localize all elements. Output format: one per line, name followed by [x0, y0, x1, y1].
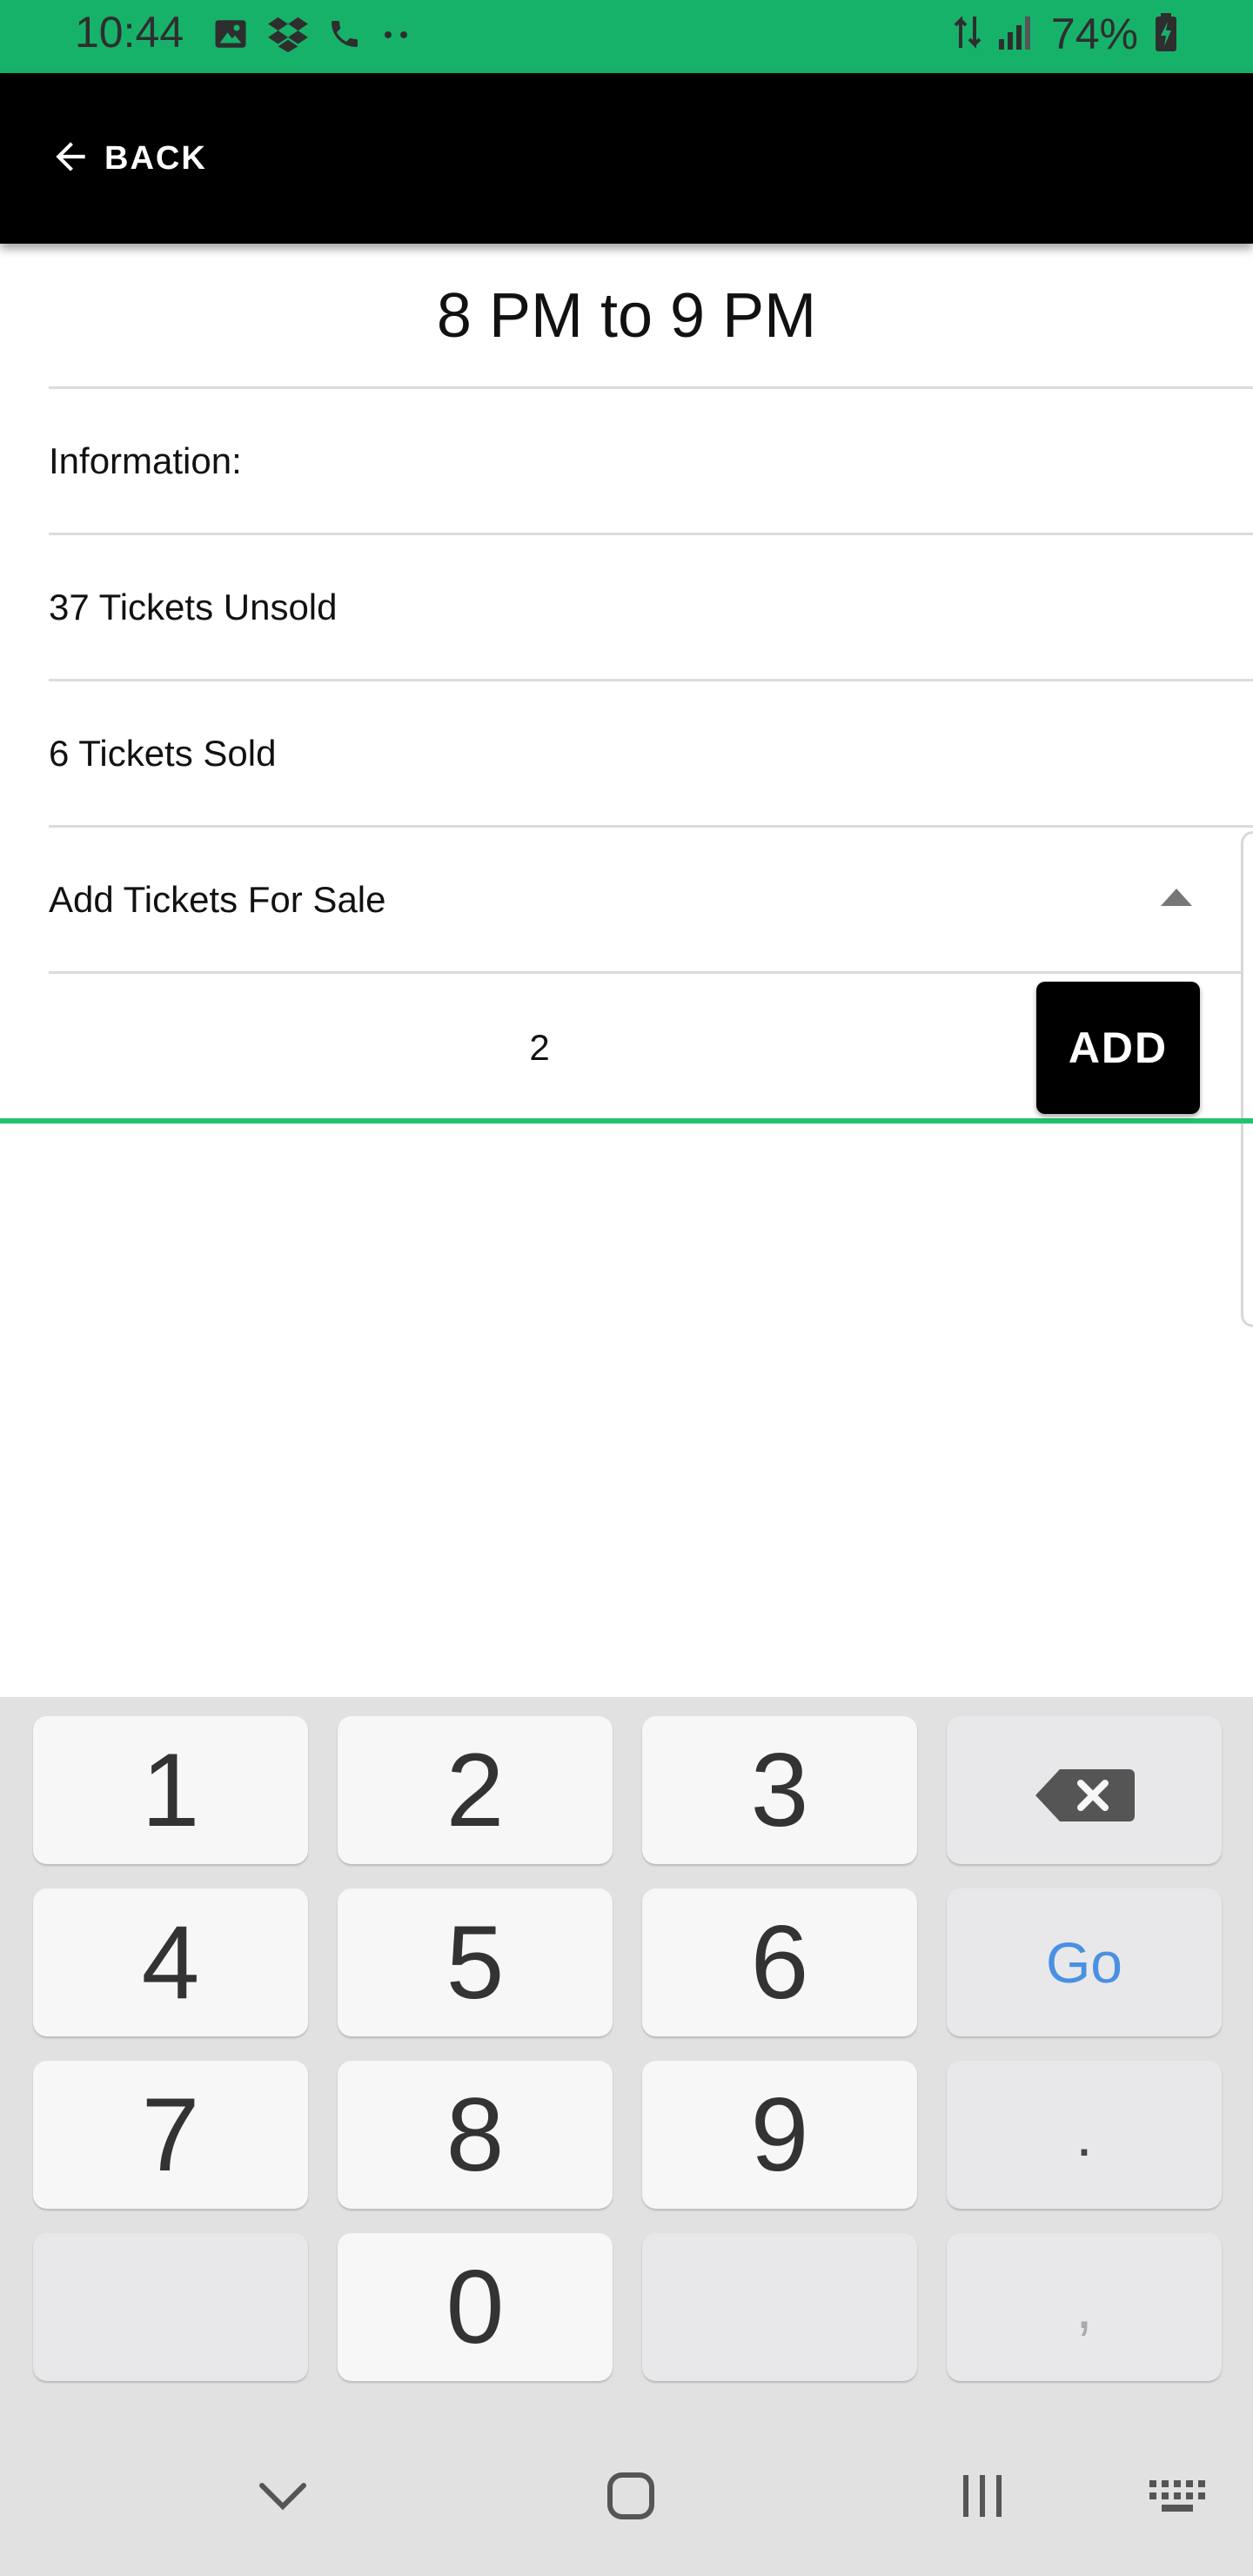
hide-keyboard-button[interactable] [226, 2419, 339, 2576]
notification-icons [212, 16, 412, 57]
tickets-sold-text: 6 Tickets Sold [49, 732, 277, 774]
period-key[interactable]: . [947, 2061, 1222, 2209]
keyboard-switch-button[interactable] [1122, 2419, 1236, 2576]
more-dots-icon [381, 29, 412, 44]
information-label: Information: [49, 439, 242, 481]
home-icon [605, 2470, 657, 2526]
image-icon [212, 16, 249, 57]
add-tickets-label: Add Tickets For Sale [49, 878, 386, 920]
backspace-key[interactable] [947, 1716, 1222, 1864]
signal-icon [997, 15, 1035, 54]
go-key[interactable]: Go [947, 1888, 1222, 2036]
add-button[interactable]: ADD [1036, 982, 1200, 1114]
data-arrows-icon [954, 13, 982, 56]
key-9[interactable]: 9 [642, 2061, 917, 2209]
add-tickets-header[interactable]: Add Tickets For Sale [49, 825, 1253, 971]
blank-key-left[interactable] [33, 2233, 308, 2381]
dropbox-icon [268, 16, 308, 57]
app-bar: BACK [0, 73, 1253, 244]
status-time: 10:44 [75, 8, 184, 57]
unsold-row: 37 Tickets Unsold [49, 533, 1253, 679]
system-icons: 74% [954, 9, 1178, 59]
comma-key[interactable]: , [947, 2233, 1222, 2381]
status-bar: 10:44 74% [0, 0, 1253, 73]
key-2[interactable]: 2 [338, 1716, 613, 1864]
caret-up-icon [1161, 889, 1192, 906]
page-title: 8 PM to 9 PM [436, 281, 817, 351]
key-7[interactable]: 7 [33, 2061, 308, 2209]
quantity-value[interactable]: 2 [0, 975, 1079, 1121]
key-1[interactable]: 1 [33, 1716, 308, 1864]
key-6[interactable]: 6 [642, 1888, 917, 2036]
navigation-bar [0, 2419, 1253, 2576]
key-3[interactable]: 3 [642, 1716, 917, 1864]
divider [49, 971, 1253, 974]
period-label: . [1075, 2101, 1093, 2169]
phone-icon [327, 17, 362, 56]
recent-apps-button[interactable] [926, 2419, 1039, 2576]
go-label: Go [1045, 1930, 1123, 1995]
arrow-left-icon [49, 135, 92, 183]
screen: 10:44 74% BACK 8 PM to 9 PM Information:… [0, 0, 1253, 2576]
battery-charging-icon [1154, 12, 1178, 56]
backspace-icon [1032, 1730, 1136, 1850]
key-8[interactable]: 8 [338, 2061, 613, 2209]
back-label: BACK [104, 139, 207, 177]
home-button[interactable] [574, 2419, 687, 2576]
key-4[interactable]: 4 [33, 1888, 308, 2036]
key-5[interactable]: 5 [338, 1888, 613, 2036]
recent-apps-icon [956, 2472, 1008, 2525]
blank-key-right[interactable] [642, 2233, 917, 2381]
battery-percent: 74% [1050, 10, 1138, 58]
information-row: Information: [49, 386, 1253, 533]
tickets-unsold-text: 37 Tickets Unsold [49, 586, 338, 627]
back-button[interactable]: BACK [49, 131, 207, 186]
comma-label: , [1075, 2273, 1093, 2341]
sold-row: 6 Tickets Sold [49, 679, 1253, 825]
key-0[interactable]: 0 [338, 2233, 613, 2381]
input-focus-underline [0, 1118, 1253, 1124]
keyboard-icon [1148, 2479, 1210, 2518]
chevron-down-icon [257, 2480, 309, 2516]
